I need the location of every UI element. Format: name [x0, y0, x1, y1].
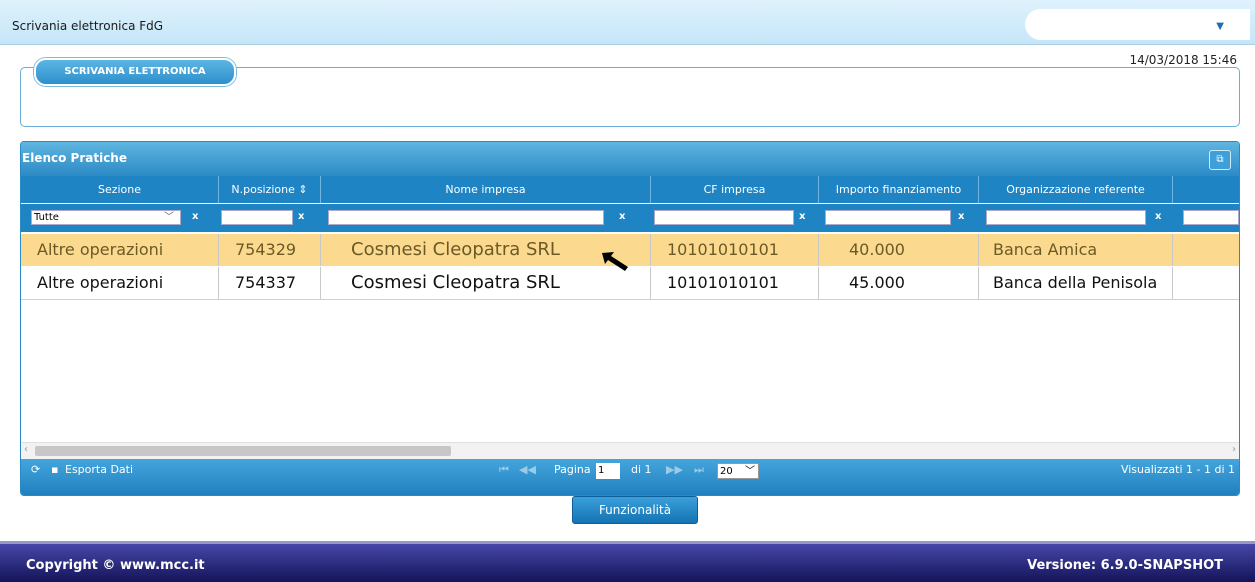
chevron-down-icon[interactable]: ▼	[1216, 21, 1224, 32]
page-size-value: 20	[720, 466, 733, 477]
table-row[interactable]: Altre operazioni 754337 Cosmesi Cleopatr…	[21, 267, 1239, 300]
horizontal-scrollbar[interactable]: ‹ ›	[21, 442, 1239, 459]
col-extra[interactable]	[1173, 176, 1239, 203]
scroll-left-icon[interactable]: ‹	[24, 444, 28, 455]
clear-filter-icon[interactable]: x	[298, 211, 304, 222]
app-title: Scrivania elettronica FdG	[12, 19, 164, 33]
desk-legend: SCRIVANIA ELETTRONICA	[34, 58, 236, 86]
version: Versione: 6.9.0-SNAPSHOT	[1027, 558, 1223, 573]
top-dropdown[interactable]: ▼	[1025, 9, 1250, 40]
copyright: Copyright © www.mcc.it	[26, 558, 205, 573]
filter-row: Tutte ﹀ x x x x x x	[21, 204, 1239, 232]
page-label: Pagina	[554, 463, 591, 476]
next-page-icon[interactable]: ▶▶	[666, 463, 683, 476]
filter-sezione-select[interactable]: Tutte ﹀	[31, 210, 181, 225]
first-page-icon[interactable]: ⏮	[499, 463, 509, 477]
clear-filter-icon[interactable]: x	[619, 211, 625, 222]
col-sezione[interactable]: Sezione	[21, 176, 219, 203]
col-posizione[interactable]: N.posizione ⇕	[219, 176, 321, 203]
cell-sezione: Altre operazioni	[21, 234, 219, 266]
cell-org: Banca Amica	[979, 234, 1173, 266]
filter-sezione-value: Tutte	[34, 212, 59, 223]
clear-filter-icon[interactable]: x	[799, 211, 805, 222]
mouse-cursor-icon	[602, 252, 628, 271]
col-importo[interactable]: Importo finanziamento	[819, 176, 979, 203]
footer: Copyright © www.mcc.it Versione: 6.9.0-S…	[0, 541, 1255, 582]
records-count: Visualizzati 1 - 1 di 1	[1120, 463, 1235, 476]
cell-posizione: 754337	[219, 267, 321, 299]
clear-filter-icon[interactable]: x	[958, 211, 964, 222]
cell-cf: 10101010101	[651, 234, 819, 266]
clear-filter-icon[interactable]: x	[192, 211, 198, 222]
grid-title: Elenco Pratiche	[22, 151, 127, 165]
top-bar: Scrivania elettronica FdG ▼	[0, 0, 1255, 45]
popout-icon[interactable]: ⧉	[1209, 150, 1231, 170]
export-button[interactable]: Esporta Dati	[65, 463, 133, 476]
col-nome[interactable]: Nome impresa	[321, 176, 651, 203]
page-input[interactable]: 1	[596, 463, 620, 479]
scroll-right-icon[interactable]: ›	[1232, 444, 1236, 455]
funzionalita-button[interactable]: Funzionalità	[572, 496, 698, 524]
pager-bar: ⟳ ▪ Esporta Dati ⏮ ◀◀ Pagina 1 di 1 ▶▶ ⏭…	[21, 459, 1239, 495]
page-of-label: di 1	[631, 463, 652, 476]
cell-importo: 40.000	[819, 234, 979, 266]
grid-header: Elenco Pratiche ⧉	[21, 142, 1239, 176]
timestamp: 14/03/2018 15:46	[1129, 53, 1237, 67]
filter-nome[interactable]	[328, 210, 604, 225]
cell-org: Banca della Penisola	[979, 267, 1173, 299]
prev-page-icon[interactable]: ◀◀	[519, 463, 536, 476]
column-headers: Sezione N.posizione ⇕ Nome impresa CF im…	[21, 176, 1239, 203]
pratiche-grid: Elenco Pratiche ⧉ Sezione N.posizione ⇕ …	[20, 141, 1240, 496]
chevron-down-icon[interactable]: ﹀	[164, 211, 174, 224]
clear-filter-icon[interactable]: x	[1155, 211, 1161, 222]
filter-org[interactable]	[986, 210, 1146, 225]
filter-cf[interactable]	[654, 210, 794, 225]
scrollbar-thumb[interactable]	[35, 446, 451, 456]
col-cf[interactable]: CF impresa	[651, 176, 819, 203]
filter-importo[interactable]	[825, 210, 951, 225]
sort-icon[interactable]: ⇕	[298, 183, 307, 196]
filter-extra[interactable]	[1183, 210, 1239, 225]
page-size-select[interactable]: 20 ﹀	[717, 463, 759, 479]
cell-cf: 10101010101	[651, 267, 819, 299]
cell-importo: 45.000	[819, 267, 979, 299]
disk-icon[interactable]: ▪	[51, 463, 58, 476]
cell-sezione: Altre operazioni	[21, 267, 219, 299]
refresh-icon[interactable]: ⟳	[31, 463, 40, 476]
cell-posizione: 754329	[219, 234, 321, 266]
chevron-down-icon[interactable]: ﹀	[745, 464, 755, 480]
col-posizione-label: N.posizione	[231, 183, 295, 196]
filter-posizione[interactable]	[221, 210, 293, 225]
last-page-icon[interactable]: ⏭	[694, 463, 704, 477]
table-row-selected[interactable]: Altre operazioni 754329 Cosmesi Cleopatr…	[21, 234, 1239, 266]
col-org[interactable]: Organizzazione referente	[979, 176, 1173, 203]
